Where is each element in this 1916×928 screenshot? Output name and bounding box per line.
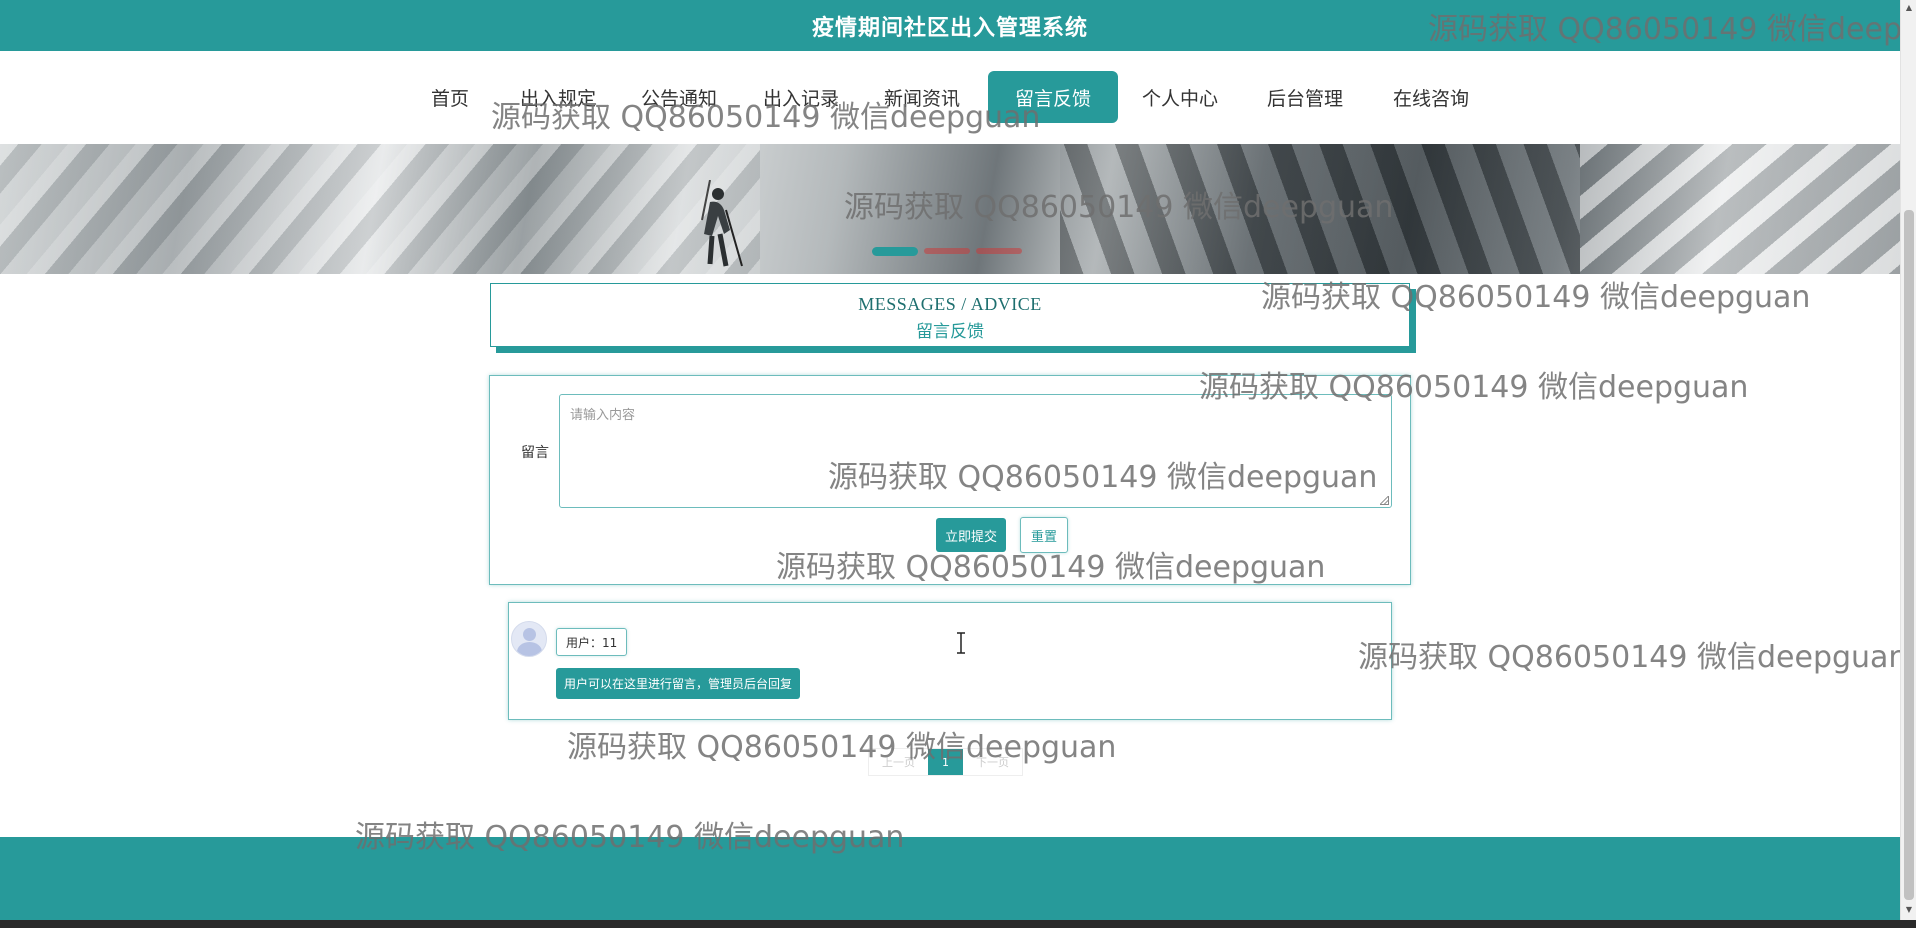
next-page-button[interactable]: 下一页 <box>963 749 1022 775</box>
section-title-en: MESSAGES / ADVICE <box>858 294 1042 314</box>
nav-item-consult[interactable]: 在线咨询 <box>1366 71 1496 123</box>
submit-button[interactable]: 立即提交 <box>936 518 1007 552</box>
pagination: 上一页 1 下一页 <box>868 748 1023 776</box>
carousel-dot-3[interactable] <box>976 248 1022 254</box>
site-title: 疫情期间社区出入管理系统 <box>811 15 1088 41</box>
nav-item-records[interactable]: 出入记录 <box>736 71 866 123</box>
carousel-dot-1[interactable] <box>872 246 918 256</box>
main-nav: 首页 出入规定 公告通知 出入记录 新闻资讯 留言反馈 个人中心 后台管理 在线… <box>0 51 1900 144</box>
watermark: 源码获取 QQ86050149 微信deepguan <box>1358 640 1908 675</box>
nav-item-profile[interactable]: 个人中心 <box>1115 71 1245 123</box>
avatar-head <box>523 628 536 641</box>
banner-snow-right <box>1580 144 1900 274</box>
nav-item-news[interactable]: 新闻资讯 <box>857 71 987 123</box>
message-label: 留言 <box>521 445 549 461</box>
scroll-up-icon[interactable]: ▲ <box>1904 3 1914 13</box>
section-heading: MESSAGES / ADVICE 留言反馈 <box>490 283 1410 347</box>
message-content: 用户可以在这里进行留言，管理员后台回复 <box>556 668 801 699</box>
message-item: 用户：11 用户可以在这里进行留言，管理员后台回复 <box>508 602 1392 720</box>
banner-mountain-left <box>0 144 760 274</box>
banner-rock-right <box>1060 144 1580 274</box>
banner-climber-figure <box>701 180 743 267</box>
nav-item-home[interactable]: 首页 <box>404 71 496 123</box>
section-title-zh: 留言反馈 <box>916 322 984 342</box>
banner-carousel[interactable] <box>0 144 1900 274</box>
page-1-button[interactable]: 1 <box>928 749 963 775</box>
carousel-dot-2[interactable] <box>924 248 970 254</box>
prev-page-button[interactable]: 上一页 <box>869 749 928 775</box>
resize-grip-icon[interactable] <box>1380 496 1389 505</box>
message-placeholder: 请输入内容 <box>570 408 636 423</box>
scroll-down-icon[interactable]: ▼ <box>1904 905 1914 915</box>
title-bar: 疫情期间社区出入管理系统 <box>0 0 1900 51</box>
nav-item-rules[interactable]: 出入规定 <box>493 71 623 123</box>
window-bottom-edge <box>0 920 1916 928</box>
nav-item-feedback[interactable]: 留言反馈 <box>988 71 1119 123</box>
nav-item-notices[interactable]: 公告通知 <box>614 71 744 123</box>
footer <box>0 837 1900 920</box>
carousel-indicators <box>872 246 1022 256</box>
watermark: 源码获取 QQ86050149 微信deepguan <box>567 730 1117 765</box>
text-cursor-icon <box>957 632 965 654</box>
nav-item-admin[interactable]: 后台管理 <box>1240 71 1370 123</box>
scrollbar-thumb[interactable] <box>1904 210 1914 900</box>
reset-button[interactable]: 重置 <box>1020 517 1069 553</box>
avatar-body <box>517 642 542 656</box>
message-form: 留言 请输入内容 立即提交 重置 <box>489 375 1411 585</box>
message-textarea[interactable]: 请输入内容 <box>559 394 1392 508</box>
page-scrollbar[interactable]: ▲ ▼ <box>1900 0 1916 920</box>
avatar <box>511 621 547 657</box>
message-user: 用户：11 <box>556 628 628 656</box>
page: 疫情期间社区出入管理系统 首页 出入规定 公告通知 出入记录 新闻资讯 留言反馈… <box>0 0 1916 928</box>
